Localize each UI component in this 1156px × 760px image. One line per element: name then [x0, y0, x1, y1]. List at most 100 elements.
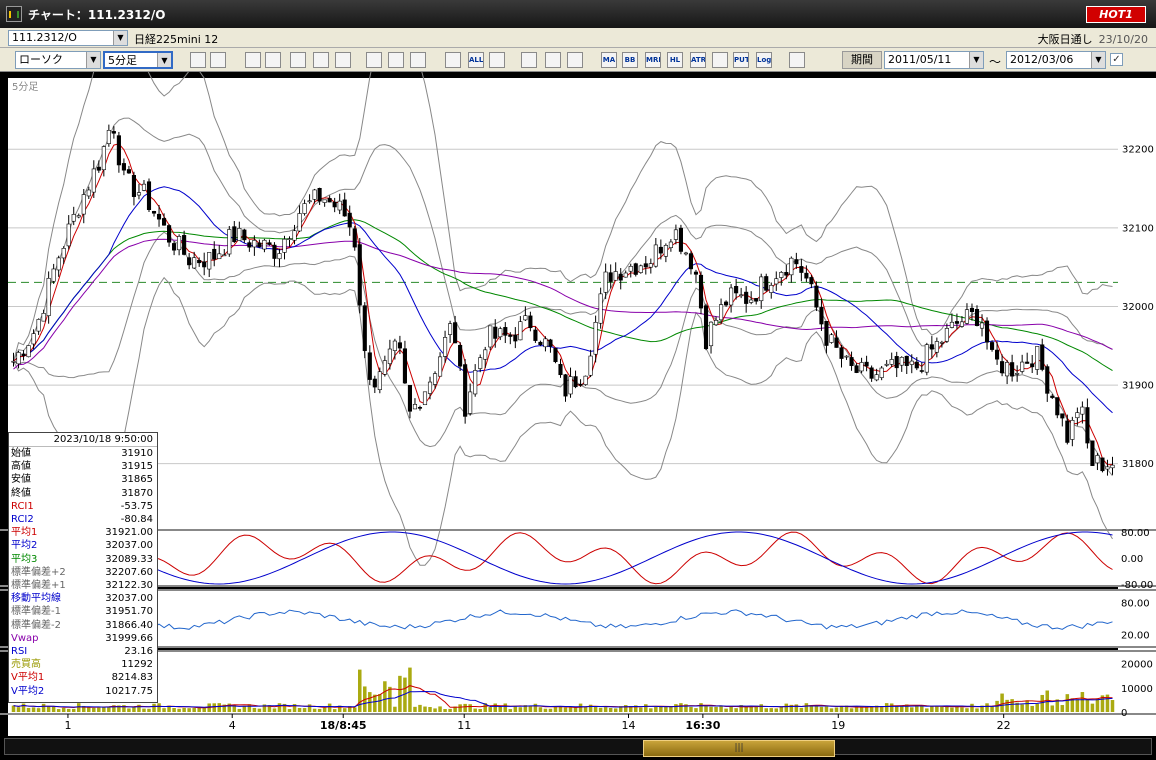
data-row-label: 売買高	[11, 659, 41, 671]
volume-bar	[940, 706, 944, 712]
data-row-label: 標準偏差+1	[11, 580, 66, 592]
volume-bar	[894, 706, 899, 712]
candle-body	[1055, 397, 1060, 416]
cursor-icon[interactable]	[366, 52, 382, 68]
color-icon[interactable]	[545, 52, 561, 68]
candle-body	[829, 334, 834, 343]
all-icon[interactable]: ALL	[468, 52, 484, 68]
ma-icon[interactable]: MA	[601, 52, 617, 68]
atr-icon[interactable]: ATR	[690, 52, 706, 68]
to-date-field[interactable]: 2012/03/06 ▼	[1006, 51, 1106, 69]
candle-body	[839, 347, 844, 359]
volume-bar	[814, 706, 819, 712]
grid2-icon[interactable]	[265, 52, 281, 68]
candle-body	[81, 194, 86, 215]
volume-bar	[784, 703, 789, 712]
mre-icon[interactable]: MRE	[645, 52, 661, 68]
bb-icon[interactable]: BB	[622, 52, 638, 68]
candle-body	[106, 130, 111, 144]
volume-bar	[729, 707, 733, 712]
volume-bar	[127, 708, 131, 712]
panel-tick-label: 80.00	[1121, 528, 1150, 539]
data-row-label: V平均1	[11, 672, 45, 684]
chart-area[interactable]: 5分足 32200 32100 32000 31900 31800 80.00 0.00 -8…	[0, 72, 1156, 736]
candle-body	[643, 263, 648, 268]
candle-body	[242, 229, 247, 241]
volume-bar	[679, 703, 683, 712]
x-tick-label: 11	[457, 719, 471, 732]
next-bar-icon[interactable]	[445, 52, 461, 68]
candle-body	[744, 291, 749, 304]
candle-body	[468, 391, 473, 414]
volume-bar	[107, 707, 111, 712]
volume-bar	[272, 708, 277, 712]
scrollbar-thumb[interactable]: |||	[643, 740, 835, 757]
volume-bar	[187, 708, 191, 712]
volume-bar	[930, 706, 934, 712]
volume-bar	[854, 706, 859, 712]
candle-body	[724, 301, 729, 306]
search-icon[interactable]	[190, 52, 206, 68]
period-checkbox[interactable]: ✓	[1110, 53, 1123, 66]
log-icon[interactable]: Log	[756, 52, 772, 68]
save-icon[interactable]	[789, 52, 805, 68]
data-row-value: 31866.40	[105, 619, 153, 631]
data-row: 移動平均線 32037.00	[9, 592, 157, 605]
data-row: Vwap 31999.66	[9, 632, 157, 645]
volume-bar	[157, 703, 161, 712]
candle-body	[974, 308, 980, 326]
chart-scrollbar[interactable]: |||	[0, 736, 1156, 760]
data-row-value: 31870	[121, 487, 153, 499]
y-tick-label: 31900	[1122, 381, 1154, 392]
candle-body	[729, 287, 734, 306]
volume-bar	[799, 707, 804, 712]
hl-icon[interactable]: HL	[667, 52, 683, 68]
grid-icon[interactable]	[210, 52, 226, 68]
settings-icon[interactable]	[489, 52, 505, 68]
panel-tick-label: 0.00	[1121, 554, 1143, 565]
volume-bar	[448, 708, 452, 712]
calendar-dropdown-icon[interactable]: ▼	[1091, 52, 1105, 68]
calendar-dropdown-icon[interactable]: ▼	[969, 52, 983, 68]
candle-body	[402, 348, 407, 384]
candle-body	[708, 321, 714, 347]
data-row-label: 始値	[11, 448, 31, 459]
data-row-value: 31999.66	[105, 632, 153, 644]
volume-bar	[548, 708, 553, 712]
eraser-icon[interactable]	[313, 52, 329, 68]
symbol-combo[interactable]: 111.2312/O ▼	[8, 30, 128, 46]
wrench-icon[interactable]	[521, 52, 537, 68]
undo-icon[interactable]	[388, 52, 404, 68]
chevron-down-icon[interactable]: ▼	[86, 52, 100, 68]
put-icon[interactable]: PUT	[733, 52, 749, 68]
volume-bar	[352, 707, 357, 712]
data-row-label: 終値	[11, 487, 31, 499]
scrollbar-track[interactable]: |||	[4, 738, 1152, 757]
pen-icon[interactable]	[335, 52, 351, 68]
candle-body	[56, 257, 61, 271]
interval-select[interactable]: 5分足 ▼	[103, 51, 173, 69]
candle-body	[392, 340, 397, 351]
line-tool-icon[interactable]	[290, 52, 306, 68]
candle-body	[719, 304, 724, 321]
x-tick-label: 19	[831, 719, 845, 732]
chevron-down-icon[interactable]: ▼	[157, 53, 171, 67]
period-button[interactable]: 期間	[842, 51, 882, 69]
vol-icon[interactable]	[567, 52, 583, 68]
volume-bar	[182, 707, 186, 712]
download-icon[interactable]	[245, 52, 261, 68]
candle-body	[362, 305, 367, 351]
volume-bar	[1040, 694, 1044, 712]
prev-bar-icon[interactable]	[410, 52, 426, 68]
chart-type-select[interactable]: ローソク ▼	[15, 51, 101, 69]
oscillator-icon[interactable]	[712, 52, 728, 68]
from-date-field[interactable]: 2011/05/11 ▼	[884, 51, 984, 69]
volume-bar	[724, 708, 728, 712]
candle-body	[448, 323, 453, 335]
hot-button[interactable]: HOT1	[1086, 6, 1146, 23]
volume-bar	[132, 707, 136, 712]
candle-body	[443, 337, 448, 357]
chevron-down-icon[interactable]: ▼	[113, 31, 127, 45]
candle-body	[131, 175, 137, 197]
candle-body	[247, 242, 252, 248]
